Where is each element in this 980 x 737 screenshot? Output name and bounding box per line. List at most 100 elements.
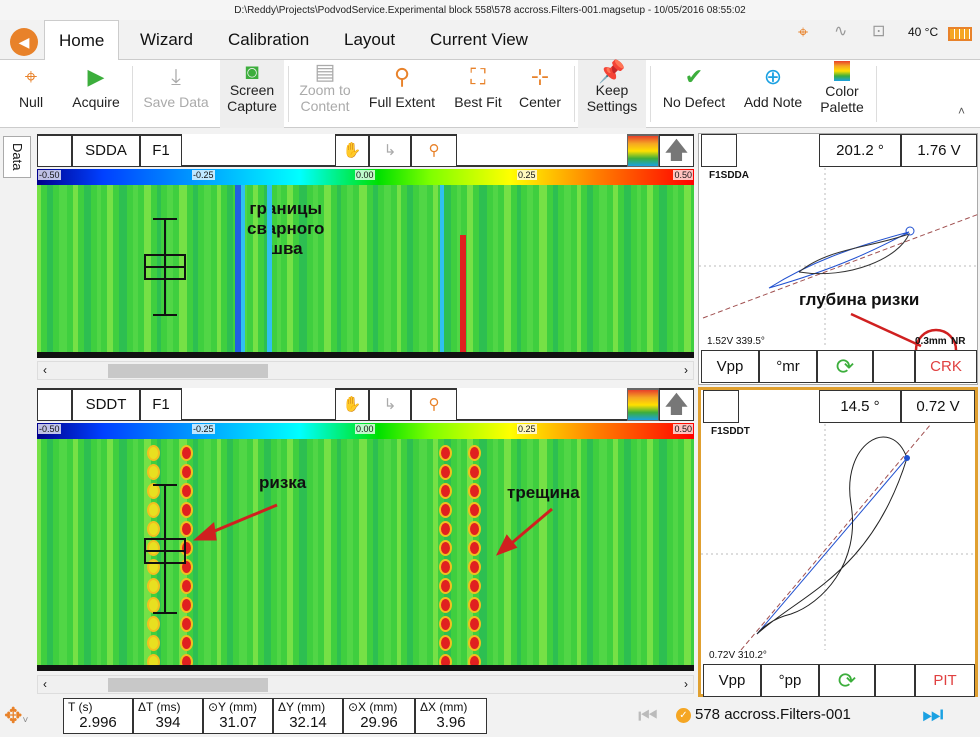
strip2-scrollbar[interactable]: ‹ ›: [37, 675, 694, 694]
signal-icon: ∿: [834, 23, 848, 40]
measurement-value: 31.07: [219, 714, 257, 731]
full-extent-label: Full Extent: [368, 94, 436, 110]
scale-label: -0.25: [192, 170, 215, 180]
palette-toggle-icon[interactable]: [627, 388, 659, 421]
zoom-to-content-label: Zoom to Content: [299, 82, 351, 114]
shield-check-icon: ✔: [684, 64, 704, 89]
best-fit-button[interactable]: ⛶ Best Fit: [446, 60, 510, 128]
tab-calibration[interactable]: Calibration: [214, 20, 323, 60]
data-side-tab[interactable]: Data: [3, 136, 31, 178]
amplitude-mode-select[interactable]: Vpp: [703, 664, 761, 697]
measurement-dt: ΔT (ms) 394: [133, 698, 203, 734]
measurement-label: T (s): [68, 700, 93, 714]
strip1-scrollbar[interactable]: ‹ ›: [37, 361, 694, 380]
scale-label: -0.50: [38, 170, 61, 180]
up-arrow-icon[interactable]: 🡅: [659, 388, 694, 421]
tab-wizard[interactable]: Wizard: [126, 20, 207, 60]
strip1-menu[interactable]: [37, 134, 72, 167]
phase-readout: 14.5 °: [819, 390, 901, 423]
strip1-toolbar: SDDA F1 ✋ ↳ ⚲ 🡅: [37, 134, 694, 167]
refresh-icon[interactable]: ⟳: [817, 350, 873, 383]
cursor-overlay[interactable]: [37, 439, 694, 665]
palette-toggle-icon[interactable]: [627, 134, 659, 167]
move-cursor-icon[interactable]: ✥˅: [4, 700, 58, 732]
back-button[interactable]: ◀: [10, 28, 38, 56]
keep-settings-button[interactable]: 📌 Keep Settings: [578, 60, 646, 128]
scale-label: -0.50: [38, 424, 61, 434]
strip2-freq-select[interactable]: F1: [140, 388, 182, 421]
lissajous2-panel: 14.5 ° 0.72 V F1SDDT 0.72V 310.2° Vpp °p…: [698, 387, 978, 697]
strip2-heatmap[interactable]: ризка трещина: [37, 439, 694, 665]
lissajous2-menu[interactable]: [703, 390, 739, 423]
tab-layout[interactable]: Layout: [330, 20, 409, 60]
strip1-channel-select[interactable]: SDDA: [72, 134, 140, 167]
pan-hand-icon[interactable]: ✋: [335, 388, 369, 421]
measurement-value: 32.14: [289, 714, 327, 731]
full-extent-button[interactable]: ⚲ Full Extent: [362, 60, 442, 128]
connection-icon: ⊡: [872, 23, 886, 40]
result-code[interactable]: PIT: [915, 664, 975, 697]
signal-readout: 1.52V 339.5°: [707, 336, 765, 347]
measurement-dy: ΔY (mm) 32.14: [273, 698, 343, 734]
scale-label: -0.25: [192, 424, 215, 434]
cursor-arrow-icon[interactable]: ↳: [369, 388, 411, 421]
amplitude-readout: 0.72 V: [901, 390, 975, 423]
file-status-icon: ✓: [676, 708, 691, 723]
probe-icon: ⌖: [798, 22, 809, 42]
measurement-dx: ΔX (mm) 3.96: [415, 698, 487, 734]
depth-readout: 0.3mm: [915, 336, 947, 347]
strip1-divider: [37, 352, 694, 358]
crosshair-icon: ⌖: [24, 64, 38, 89]
zoom-hand-icon[interactable]: ⚲: [411, 134, 457, 167]
amplitude-mode-select[interactable]: Vpp: [701, 350, 759, 383]
first-file-icon[interactable]: ⏮: [638, 703, 658, 729]
null-button[interactable]: ⌖ Null: [8, 60, 54, 128]
scale-label: 0.50: [673, 170, 693, 180]
strip2-menu[interactable]: [37, 388, 72, 421]
best-fit-icon: ⛶: [470, 64, 486, 89]
phase-readout: 201.2 °: [819, 134, 901, 167]
depth-annotation: глубина ризки: [799, 290, 920, 309]
strip2-channel-select[interactable]: SDDT: [72, 388, 140, 421]
phase-mode-select[interactable]: °pp: [761, 664, 819, 697]
add-note-label: Add Note: [743, 94, 803, 110]
strip1-freq-select[interactable]: F1: [140, 134, 182, 167]
no-defect-button[interactable]: ✔ No Defect: [654, 60, 734, 128]
zoom-hand-icon[interactable]: ⚲: [411, 388, 457, 421]
measurement-label: ΔY (mm): [278, 700, 326, 714]
screen-capture-button[interactable]: ◙ Screen Capture: [220, 60, 284, 128]
tab-home[interactable]: Home: [44, 20, 120, 60]
result-code[interactable]: CRK: [915, 350, 977, 383]
measurement-value: 394: [155, 714, 181, 731]
cursor-overlay[interactable]: [37, 185, 694, 352]
zoom-to-content-button[interactable]: ▤ Zoom to Content: [292, 60, 358, 128]
scale-label: 0.50: [673, 424, 693, 434]
next-file-icon[interactable]: ⏭: [922, 701, 944, 729]
tab-current-view[interactable]: Current View: [416, 20, 542, 60]
add-note-button[interactable]: ⊕ Add Note: [738, 60, 808, 128]
camera-icon: ◙: [245, 59, 259, 84]
battery-icon: [948, 27, 972, 41]
up-arrow-icon[interactable]: 🡅: [659, 134, 694, 167]
center-button[interactable]: ⊹ Center: [512, 60, 568, 128]
measurement-x: ⊙X (mm) 29.96: [343, 698, 415, 734]
lissajous1-panel: 201.2 ° 1.76 V F1SDDA глубина ризки 1.52…: [698, 133, 979, 385]
cursor-arrow-icon[interactable]: ↳: [369, 134, 411, 167]
measurement-label: ⊙X (mm): [348, 700, 398, 714]
color-palette-button[interactable]: Color Palette: [812, 60, 872, 128]
measurement-value: 29.96: [360, 714, 398, 731]
download-icon: ⤓: [171, 64, 181, 89]
phase-mode-select[interactable]: °mr: [759, 350, 817, 383]
note-add-icon: ⊕: [763, 64, 783, 89]
collapse-ribbon-icon[interactable]: ˄: [958, 104, 965, 118]
refresh-icon[interactable]: ⟳: [819, 664, 875, 697]
lissajous1-menu[interactable]: [701, 134, 737, 167]
strip1-heatmap[interactable]: границы сварного шва: [37, 185, 694, 352]
lissajous2-plot[interactable]: [701, 424, 975, 650]
acquire-button[interactable]: ▶ Acquire: [64, 60, 128, 128]
scale-label: 0.00: [355, 424, 375, 434]
save-data-label: Save Data: [143, 94, 209, 110]
pan-hand-icon[interactable]: ✋: [335, 134, 369, 167]
measurement-t: T (s) 2.996: [63, 698, 133, 734]
save-data-button[interactable]: ⤓ Save Data: [136, 60, 216, 128]
